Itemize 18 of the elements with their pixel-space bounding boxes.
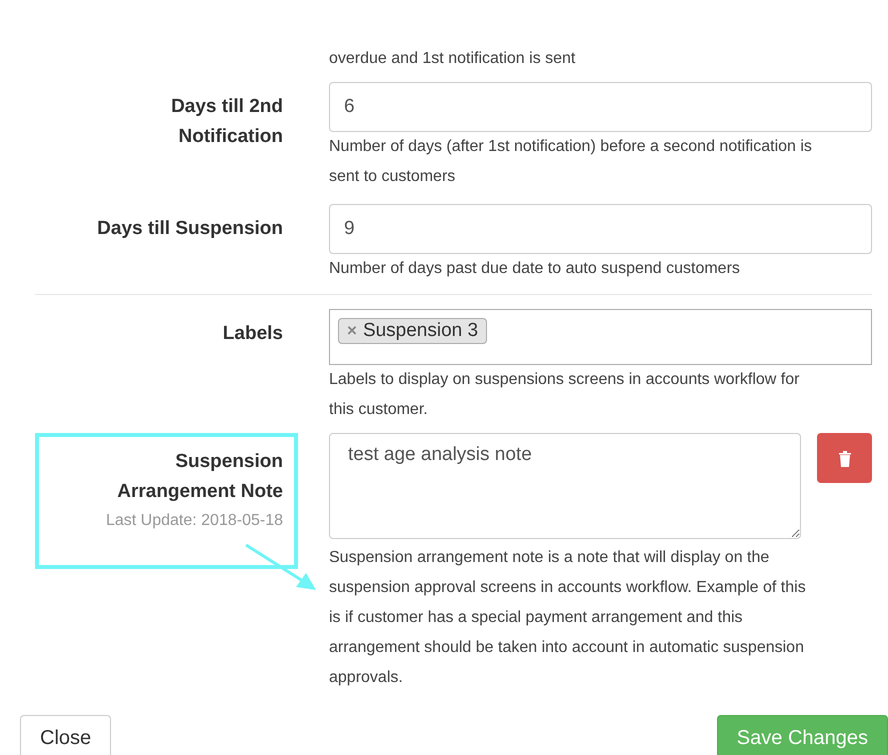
number-input[interactable]: 9 <box>329 204 872 254</box>
help-text: Number of days past due date to auto suspend customers <box>329 259 741 279</box>
help-text: Labels to display on suspensions screens in accounts workflow for this customer. <box>329 370 800 420</box>
field-label: Labels <box>222 322 283 346</box>
field-label: Days till Suspension <box>97 217 283 241</box>
help-text: Number of days (after 1st notification) before a second notification is sent to customers <box>329 137 813 187</box>
last-update-text: Last Update: 2018-05-18 <box>106 511 283 531</box>
field-label: Suspension Arrangement Note <box>116 450 283 504</box>
number-input[interactable]: 6 <box>329 82 872 132</box>
trash-icon <box>838 450 852 466</box>
close-button[interactable]: Close <box>20 715 112 755</box>
help-text: overdue and 1st notification is sent <box>329 49 576 69</box>
delete-button[interactable] <box>817 433 872 483</box>
note-textarea[interactable]: test age analysis note <box>329 433 802 539</box>
field-label: Days till 2nd Notification <box>170 95 283 149</box>
tag-text: Suspension 3 <box>362 320 478 342</box>
help-text: Suspension arrangement note is a note that will display on the suspension approval screens in accounts workflow. Example of this is if customer has a special payment arrangement and this arrangement should be taken into account in automatic suspension approvals. <box>329 548 807 688</box>
labels-field[interactable]: × Suspension 3 <box>329 309 872 365</box>
